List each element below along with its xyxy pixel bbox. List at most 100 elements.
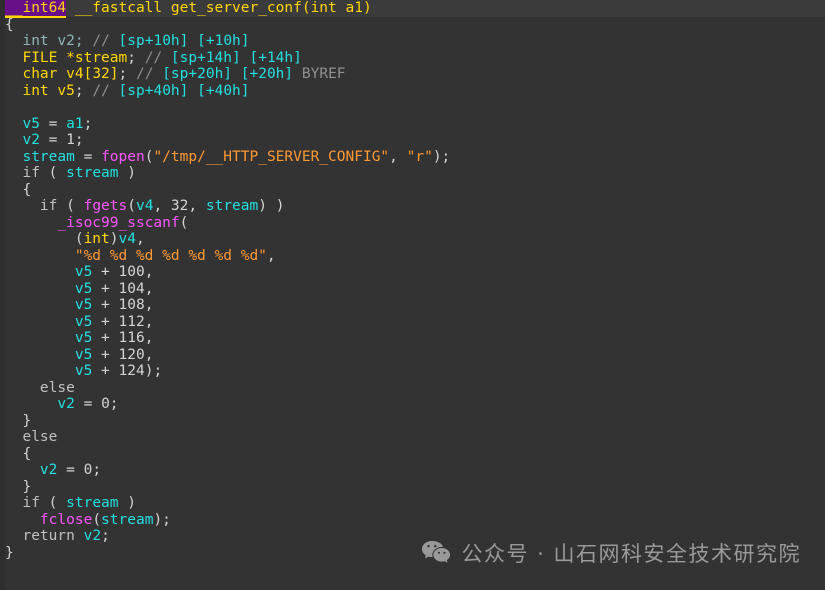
assign-lhs[interactable]: v2 (40, 462, 57, 478)
arg-base-var[interactable]: v5 (75, 264, 92, 280)
fgets-call-name[interactable]: fgets (84, 198, 128, 214)
code-line-else-inner[interactable]: else (0, 380, 825, 397)
code-line-return[interactable]: return v2; (0, 528, 825, 545)
fgets-arg-buffer[interactable]: v4 (136, 198, 153, 214)
fopen-path-literal: "/tmp/__HTTP_SERVER_CONFIG" (153, 148, 390, 165)
code-line-if-stream-outer[interactable]: if ( stream ) (0, 165, 825, 182)
paren-open: ( (74, 231, 84, 247)
code-line-sscanf-arg[interactable]: v5 + 116, (0, 330, 825, 347)
arg-base-var[interactable]: v5 (75, 330, 92, 346)
comment-frame-offset: [+10h] (197, 33, 250, 49)
arg-base-var[interactable]: v5 (75, 314, 92, 330)
decl-name[interactable]: v2 (57, 33, 74, 49)
function-name[interactable]: get_server_conf (171, 0, 302, 16)
code-line-close-brace-if[interactable]: } (0, 413, 825, 430)
code-line-close-brace-else[interactable]: } (0, 479, 825, 496)
plus-operator: + (92, 330, 119, 346)
fclose-arg-stream[interactable]: stream (101, 512, 153, 528)
assign-lhs[interactable]: v2 (57, 396, 74, 412)
assign-rhs[interactable]: a1 (66, 116, 83, 132)
code-line-sscanf-arg[interactable]: v5 + 112, (0, 314, 825, 331)
assign-lhs[interactable]: v5 (22, 116, 39, 132)
code-line-if-fgets[interactable]: if ( fgets(v4, 32, stream) ) (0, 198, 825, 215)
code-line-decl-v4[interactable]: char v4[32]; // [sp+20h] [+20h] BYREF (0, 66, 825, 83)
code-line-sscanf-arg-cast[interactable]: (int)v4, (0, 231, 825, 248)
assign-operator: = (74, 396, 102, 412)
brace-open: { (22, 181, 32, 198)
code-line-if-stream-close[interactable]: if ( stream ) (0, 495, 825, 512)
decl-name[interactable]: *stream (66, 50, 127, 66)
code-line-assign-v2-one[interactable]: v2 = 1; (0, 132, 825, 149)
code-line-fclose[interactable]: fclose(stream); (0, 512, 825, 529)
assign-lhs[interactable]: v2 (22, 132, 39, 148)
param-name[interactable]: a1 (346, 0, 363, 16)
code-line-fopen[interactable]: stream = fopen("/tmp/__HTTP_SERVER_CONFI… (0, 149, 825, 166)
comment-stack-offset: [sp+10h] (118, 33, 189, 49)
code-line-else-outer[interactable]: else (0, 429, 825, 446)
code-line-open-brace-else[interactable]: { (0, 446, 825, 463)
code-line-sscanf-format[interactable]: "%d %d %d %d %d %d %d", (0, 248, 825, 265)
code-line-open-brace-if[interactable]: { (0, 182, 825, 199)
arg-base-var[interactable]: v5 (75, 281, 92, 297)
code-line-assign-v2-zero-outer[interactable]: v2 = 0; (0, 462, 825, 479)
param-type: int (310, 0, 337, 16)
semicolon: ; (127, 49, 136, 66)
code-line-sscanf-arg-last[interactable]: v5 + 124); (0, 363, 825, 380)
return-value-var[interactable]: v2 (84, 528, 101, 544)
pseudocode-view[interactable]: __int64 __fastcall get_server_conf(int a… (0, 0, 825, 590)
decl-name[interactable]: v5 (57, 83, 74, 99)
cast-type: int (83, 231, 110, 247)
semicolon: ; (92, 462, 102, 478)
code-line-open-brace[interactable]: { (0, 17, 825, 34)
semicolon: ; (118, 66, 128, 82)
paren-open: ( (57, 198, 84, 214)
if-condition-var[interactable]: stream (66, 165, 118, 181)
code-line-close-brace-function[interactable]: } (0, 545, 825, 562)
code-line-sscanf-call[interactable]: _isoc99_sscanf( (0, 215, 825, 232)
arg-base-var[interactable]: v5 (75, 347, 92, 363)
assign-rhs-number: 1 (66, 132, 75, 148)
plus-operator: + (92, 363, 119, 379)
else-keyword: else (39, 379, 75, 396)
highlighted-return-type[interactable]: __int64 (5, 0, 67, 18)
arg-base-var[interactable]: v5 (75, 297, 92, 313)
arg-offset: 112 (118, 313, 145, 330)
code-line-decl-v5[interactable]: int v5; // [sp+40h] [+40h] (0, 83, 825, 100)
code-line-decl-stream[interactable]: FILE *stream; // [sp+14h] [+14h] (0, 50, 825, 67)
code-line-sscanf-arg[interactable]: v5 + 100, (0, 264, 825, 281)
decl-name[interactable]: v4[32] (66, 66, 118, 82)
code-line-sscanf-arg[interactable]: v5 + 120, (0, 347, 825, 364)
code-line-sscanf-arg[interactable]: v5 + 104, (0, 281, 825, 298)
code-text-area[interactable]: __int64 __fastcall get_server_conf(int a… (0, 0, 825, 590)
comment-stack-offset: [sp+20h] (162, 66, 233, 82)
plus-operator: + (92, 346, 119, 363)
assign-rhs-number: 0 (101, 396, 110, 412)
fopen-call-name[interactable]: fopen (101, 149, 145, 165)
sscanf-call-name[interactable]: _isoc99_sscanf (57, 215, 179, 231)
code-line-decl-v2[interactable]: int v2; // [sp+10h] [+10h] (0, 33, 825, 50)
paren-close-semicolon: ); (144, 363, 163, 379)
fgets-arg-stream[interactable]: stream (206, 198, 258, 214)
code-line-assign-v2-zero-inner[interactable]: v2 = 0; (0, 396, 825, 413)
code-line-assign-v5[interactable]: v5 = a1; (0, 116, 825, 133)
code-line-sscanf-arg[interactable]: v5 + 108, (0, 297, 825, 314)
paren-close: ) (109, 231, 119, 247)
arg-base-var[interactable]: v5 (75, 363, 92, 379)
cast-variable[interactable]: v4 (119, 231, 136, 247)
arg-offset: 124 (118, 363, 145, 379)
code-line-signature[interactable]: __int64 __fastcall get_server_conf(int a… (0, 0, 825, 18)
if-condition-var[interactable]: stream (66, 495, 118, 511)
assign-lhs[interactable]: stream (22, 149, 74, 165)
fclose-call-name[interactable]: fclose (40, 512, 92, 528)
